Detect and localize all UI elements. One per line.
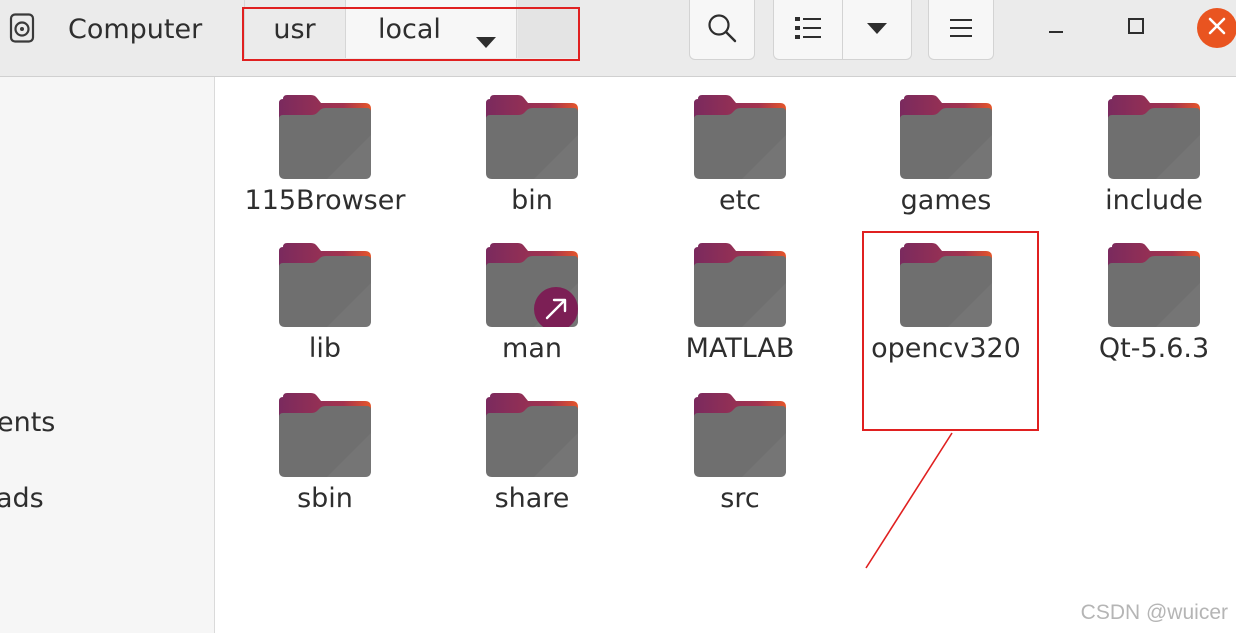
folder-name: 115Browser [244,185,406,216]
file-grid: 115Browser bin etc games include lib man MATLAB… [215,77,1236,633]
folder-name: man [502,333,562,364]
folder-icon [279,243,371,327]
folder-name: Qt-5.6.3 [1098,333,1210,364]
folder-name: MATLAB [685,333,795,364]
folder-icon [1108,243,1200,327]
breadcrumb-computer[interactable]: Computer [46,0,236,58]
minimize-button[interactable] [1036,6,1076,50]
folder-name: sbin [297,483,353,514]
folder-name: src [720,483,760,514]
search-icon [707,13,737,47]
folder-icon [486,95,578,179]
breadcrumb-label: usr [273,13,316,45]
maximize-button[interactable] [1116,6,1156,50]
folder-icon [694,95,786,179]
breadcrumb-local[interactable]: local [345,0,517,58]
folder-name: lib [308,333,342,364]
folder-icon [900,95,992,179]
folder-item[interactable]: man [442,243,622,364]
breadcrumb-label: Computer [68,13,203,45]
folder-name: bin [511,185,553,216]
folder-name: opencv320 [871,333,1021,364]
folder-icon [279,95,371,179]
folder-name: share [494,483,570,514]
drive-button[interactable] [4,12,40,48]
drive-icon [9,13,35,47]
close-button[interactable] [1197,8,1236,48]
folder-icon [694,393,786,477]
folder-item[interactable]: sbin [235,393,415,514]
folder-item[interactable]: MATLAB [650,243,830,364]
sidebar: p ents ads [0,77,215,633]
watermark: CSDN @wuicer [1080,601,1228,624]
folder-item[interactable]: 115Browser [235,95,415,216]
folder-icon [900,243,992,327]
sidebar-item-documents[interactable]: ents [0,407,55,438]
maximize-icon [1127,17,1145,39]
folder-item[interactable]: Qt-5.6.3 [1064,243,1236,364]
folder-item[interactable]: games [856,95,1036,216]
folder-name: include [1105,185,1203,216]
breadcrumb-usr[interactable]: usr [244,0,344,58]
chevron-down-icon [867,20,887,39]
view-options-button[interactable] [842,0,912,60]
folder-item[interactable]: include [1064,95,1236,216]
breadcrumb-label: local [378,13,441,45]
hamburger-menu-icon [950,18,972,42]
sidebar-item-downloads[interactable]: ads [0,483,44,514]
list-view-icon [795,16,821,43]
folder-item[interactable]: etc [650,95,830,216]
main-menu-button[interactable] [928,0,994,60]
sidebar-item-desktop[interactable]: p [0,331,1,362]
folder-name: etc [718,185,762,216]
folder-item[interactable]: bin [442,95,622,216]
sidebar-item-label: ads [0,483,44,514]
folder-item[interactable]: lib [235,243,415,364]
folder-item[interactable]: src [650,393,830,514]
view-toggle-button[interactable] [773,0,843,60]
header-bar: Computer usr local [0,0,1236,77]
folder-icon [486,393,578,477]
annotation-pointer-line [865,432,953,569]
close-icon [1208,17,1226,39]
folder-icon [694,243,786,327]
sidebar-item-label: p [0,331,1,362]
breadcrumb-empty[interactable] [518,0,580,58]
search-button[interactable] [689,0,755,60]
folder-symlink-icon [486,243,578,331]
folder-item[interactable]: opencv320 [856,243,1036,364]
sidebar-item-label: ents [0,407,56,438]
folder-name: games [900,185,992,216]
folder-icon [1108,95,1200,179]
chevron-down-icon [476,25,496,56]
minimize-icon [1048,18,1064,38]
folder-icon [279,393,371,477]
folder-item[interactable]: share [442,393,622,514]
